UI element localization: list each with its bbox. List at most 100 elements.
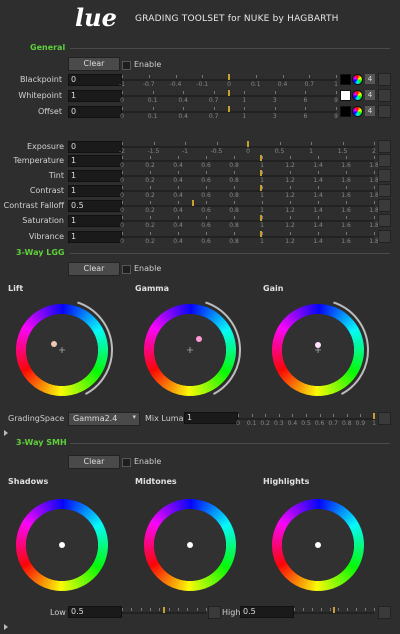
param-input[interactable]: 1 xyxy=(68,215,122,227)
color-wheel-icon[interactable] xyxy=(352,90,363,101)
low-slider[interactable] xyxy=(122,607,207,620)
lgg-enable-checkbox[interactable] xyxy=(122,265,131,274)
param-slider[interactable]: -2 -1.5 -1 -0.5 0 0.5 1 1.5 2 xyxy=(119,141,376,155)
slider-track[interactable] xyxy=(122,190,374,192)
param-slider[interactable]: 0 0.2 0.4 0.6 0.8 1 1.2 1.4 1.6 1.8 xyxy=(120,170,379,184)
slider-knob[interactable] xyxy=(163,607,165,613)
curve-icon[interactable] xyxy=(378,89,391,102)
slider-knob[interactable] xyxy=(259,185,262,191)
slider-knob[interactable] xyxy=(191,200,194,206)
slider-tick-label: 0.4 xyxy=(277,81,288,88)
high-slider[interactable] xyxy=(294,607,375,620)
param-slider[interactable]: 0 0.2 0.4 0.6 0.8 1 1.2 1.4 1.6 1.8 xyxy=(120,185,379,199)
high-input[interactable]: 0.5 xyxy=(240,606,294,618)
param-label: Vibrance xyxy=(28,232,64,241)
param-input[interactable]: 0 xyxy=(68,74,122,86)
grading-space-dropdown[interactable]: Gamma2.4 ▾ xyxy=(68,412,140,426)
expand-arrow-icon[interactable] xyxy=(4,430,8,436)
param-input[interactable]: 0 xyxy=(68,141,122,153)
slider-tick-label: 0.4 xyxy=(287,420,298,427)
param-slider[interactable]: 0 0.2 0.4 0.6 0.8 1 1.2 1.4 1.6 1.8 xyxy=(120,231,379,245)
curve-icon[interactable] xyxy=(378,214,391,227)
wheel-handle[interactable] xyxy=(187,542,193,548)
color-swatch[interactable] xyxy=(340,106,351,117)
smh-clear-button[interactable]: Clear xyxy=(68,455,120,469)
mix-luma-input[interactable]: 1 xyxy=(184,412,238,424)
param-slider[interactable]: 0 0.1 0.4 0.7 1 3 6 9 xyxy=(120,106,338,120)
curve-icon[interactable] xyxy=(378,230,391,243)
slider-tick-label: 1.6 xyxy=(341,162,351,169)
color-swatch[interactable] xyxy=(340,74,351,85)
slider-tick xyxy=(290,186,291,189)
expand-arrow-icon[interactable] xyxy=(4,624,8,630)
slider-track[interactable] xyxy=(122,236,374,238)
param-label: Tint xyxy=(48,171,64,180)
param-slider[interactable]: 0 0.2 0.4 0.6 0.8 1 1.2 1.4 1.6 1.8 xyxy=(120,215,379,229)
color-wheel-icon[interactable] xyxy=(352,106,363,117)
slider-tick-label: 1 xyxy=(309,148,313,155)
slider-track[interactable] xyxy=(122,205,374,207)
wheel-handle[interactable] xyxy=(196,336,202,342)
param-input[interactable]: 1 xyxy=(68,185,122,197)
slider-knob[interactable] xyxy=(259,170,262,176)
slider-tick-label: 1.2 xyxy=(285,222,295,229)
color-wheel-icon[interactable] xyxy=(352,74,363,85)
lgg-clear-button[interactable]: Clear xyxy=(68,262,120,276)
wheel-handle[interactable] xyxy=(51,341,57,347)
curve-icon[interactable] xyxy=(378,154,391,167)
section-divider xyxy=(70,48,390,49)
slider-knob[interactable] xyxy=(373,413,375,419)
low-input[interactable]: 0.5 xyxy=(68,606,122,618)
slider-tick xyxy=(153,142,155,145)
app-logo: lue xyxy=(75,3,117,32)
mix-luma-curve-icon[interactable] xyxy=(378,412,391,425)
slider-track[interactable] xyxy=(122,160,374,162)
slider-knob[interactable] xyxy=(259,155,262,161)
param-input[interactable]: 0 xyxy=(68,106,122,118)
param-slider[interactable]: -1 -0.7 -0.4 -0.1 0 0.1 0.4 0.7 1 xyxy=(119,74,338,88)
param-input[interactable]: 1 xyxy=(68,90,122,102)
slider-knob[interactable] xyxy=(259,231,262,237)
grading-space-value: Gamma2.4 xyxy=(73,414,118,423)
low-label: Low xyxy=(50,608,66,617)
wheel-handle[interactable] xyxy=(315,542,321,548)
slider-track[interactable] xyxy=(122,220,374,222)
smh-enable-checkbox[interactable] xyxy=(122,458,131,467)
curve-icon[interactable] xyxy=(378,184,391,197)
general-clear-button[interactable]: Clear xyxy=(68,57,120,71)
curve-icon[interactable] xyxy=(378,73,391,86)
slider-knob[interactable] xyxy=(259,215,262,221)
slider-track[interactable] xyxy=(122,175,374,177)
slider-knob[interactable] xyxy=(228,106,230,112)
param-slider[interactable]: 0 0.2 0.4 0.6 0.8 1 1.2 1.4 1.6 1.8 xyxy=(120,200,379,214)
slider-tick xyxy=(374,201,375,204)
channels-button[interactable]: 4 xyxy=(365,74,375,84)
slider-knob[interactable] xyxy=(247,141,249,147)
slider-tick xyxy=(178,232,179,235)
param-slider[interactable]: 0 0.1 0.4 0.7 1 3 6 9 xyxy=(120,90,338,104)
slider-knob[interactable] xyxy=(228,74,230,80)
high-curve-icon[interactable] xyxy=(378,606,391,619)
param-slider[interactable]: 0 0.2 0.4 0.6 0.8 1 1.2 1.4 1.6 1.8 xyxy=(120,155,379,169)
mix-luma-slider[interactable]: 0 0.1 0.2 0.3 0.4 0.5 0.6 0.7 0.8 0.9 1 xyxy=(236,413,376,427)
curve-icon[interactable] xyxy=(378,199,391,212)
param-input[interactable]: 0.5 xyxy=(68,200,122,212)
wheel-handle[interactable] xyxy=(315,342,321,348)
slider-tick-label: 0.8 xyxy=(229,238,239,245)
param-input[interactable]: 1 xyxy=(68,170,122,182)
slider-tick xyxy=(244,91,246,94)
curve-icon[interactable] xyxy=(378,105,391,118)
channels-button[interactable]: 4 xyxy=(365,106,375,116)
param-input[interactable]: 1 xyxy=(68,231,122,243)
wheel-handle[interactable] xyxy=(59,542,65,548)
low-curve-icon[interactable] xyxy=(208,606,221,619)
curve-icon[interactable] xyxy=(378,140,391,153)
channels-button[interactable]: 4 xyxy=(365,90,375,100)
color-swatch[interactable] xyxy=(340,90,351,101)
param-input[interactable]: 1 xyxy=(68,155,122,167)
slider-knob[interactable] xyxy=(333,607,335,613)
slider-knob[interactable] xyxy=(228,90,230,96)
curve-icon[interactable] xyxy=(378,169,391,182)
slider-tick-label: -0.7 xyxy=(142,81,155,88)
general-enable-checkbox[interactable] xyxy=(122,61,131,70)
